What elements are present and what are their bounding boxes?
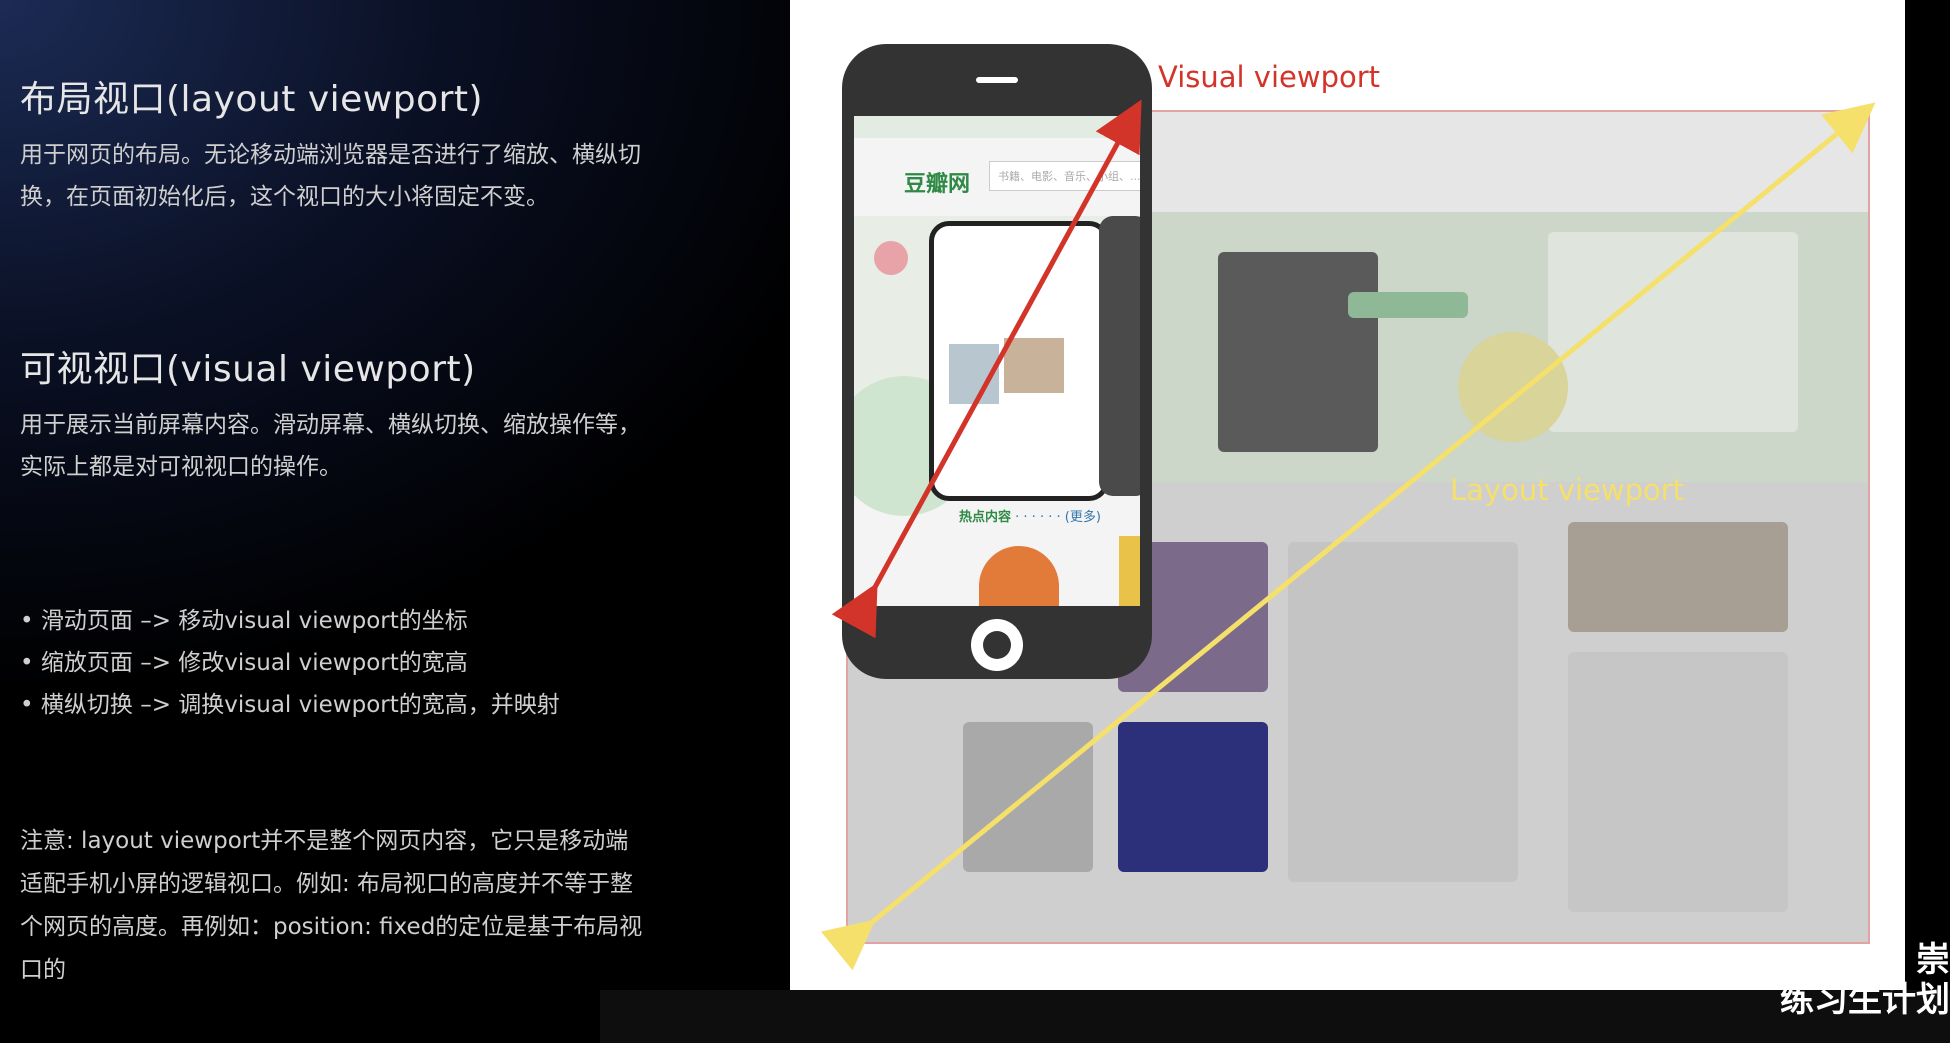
course-watermark: 崇 练习生计划 <box>1780 940 1950 1020</box>
operation-list: • 滑动页面 –> 移动visual viewport的坐标 • 缩放页面 –>… <box>20 600 660 726</box>
viewport-diagram: 豆瓣网 书籍、电影、音乐、小组、... 热点内容 · · · · · · (更多… <box>790 0 1905 990</box>
visual-viewport-description: 用于展示当前屏幕内容。滑动屏幕、横纵切换、缩放操作等，实际上都是对可视视口的操作… <box>20 412 641 480</box>
layout-viewport-description: 用于网页的布局。无论移动端浏览器是否进行了缩放、横纵切换，在页面初始化后，这个视… <box>20 142 641 210</box>
bullet-item: • 缩放页面 –> 修改visual viewport的宽高 <box>20 650 468 676</box>
layout-viewport-heading: 布局视口(layout viewport) <box>20 79 484 120</box>
viewport-arrows <box>820 99 1876 971</box>
watermark-line: 崇 <box>1916 940 1950 980</box>
bullet-item: • 滑动页面 –> 移动visual viewport的坐标 <box>20 608 468 634</box>
bullet-item: • 横纵切换 –> 调换visual viewport的宽高，并映射 <box>20 692 560 718</box>
layout-viewport-diagonal <box>820 102 1876 971</box>
visual-viewport-section: 可视视口(visual viewport) 用于展示当前屏幕内容。滑动屏幕、横纵… <box>20 340 650 488</box>
note-paragraph: 注意: layout viewport并不是整个网页内容，它只是移动端适配手机小… <box>20 828 643 983</box>
visual-viewport-diagonal <box>831 99 1142 639</box>
watermark-line: 练习生计划 <box>1780 980 1950 1020</box>
bottom-strip <box>600 990 1950 1043</box>
visual-viewport-heading: 可视视口(visual viewport) <box>20 349 476 390</box>
layout-viewport-section: 布局视口(layout viewport) 用于网页的布局。无论移动端浏览器是否… <box>20 70 650 218</box>
